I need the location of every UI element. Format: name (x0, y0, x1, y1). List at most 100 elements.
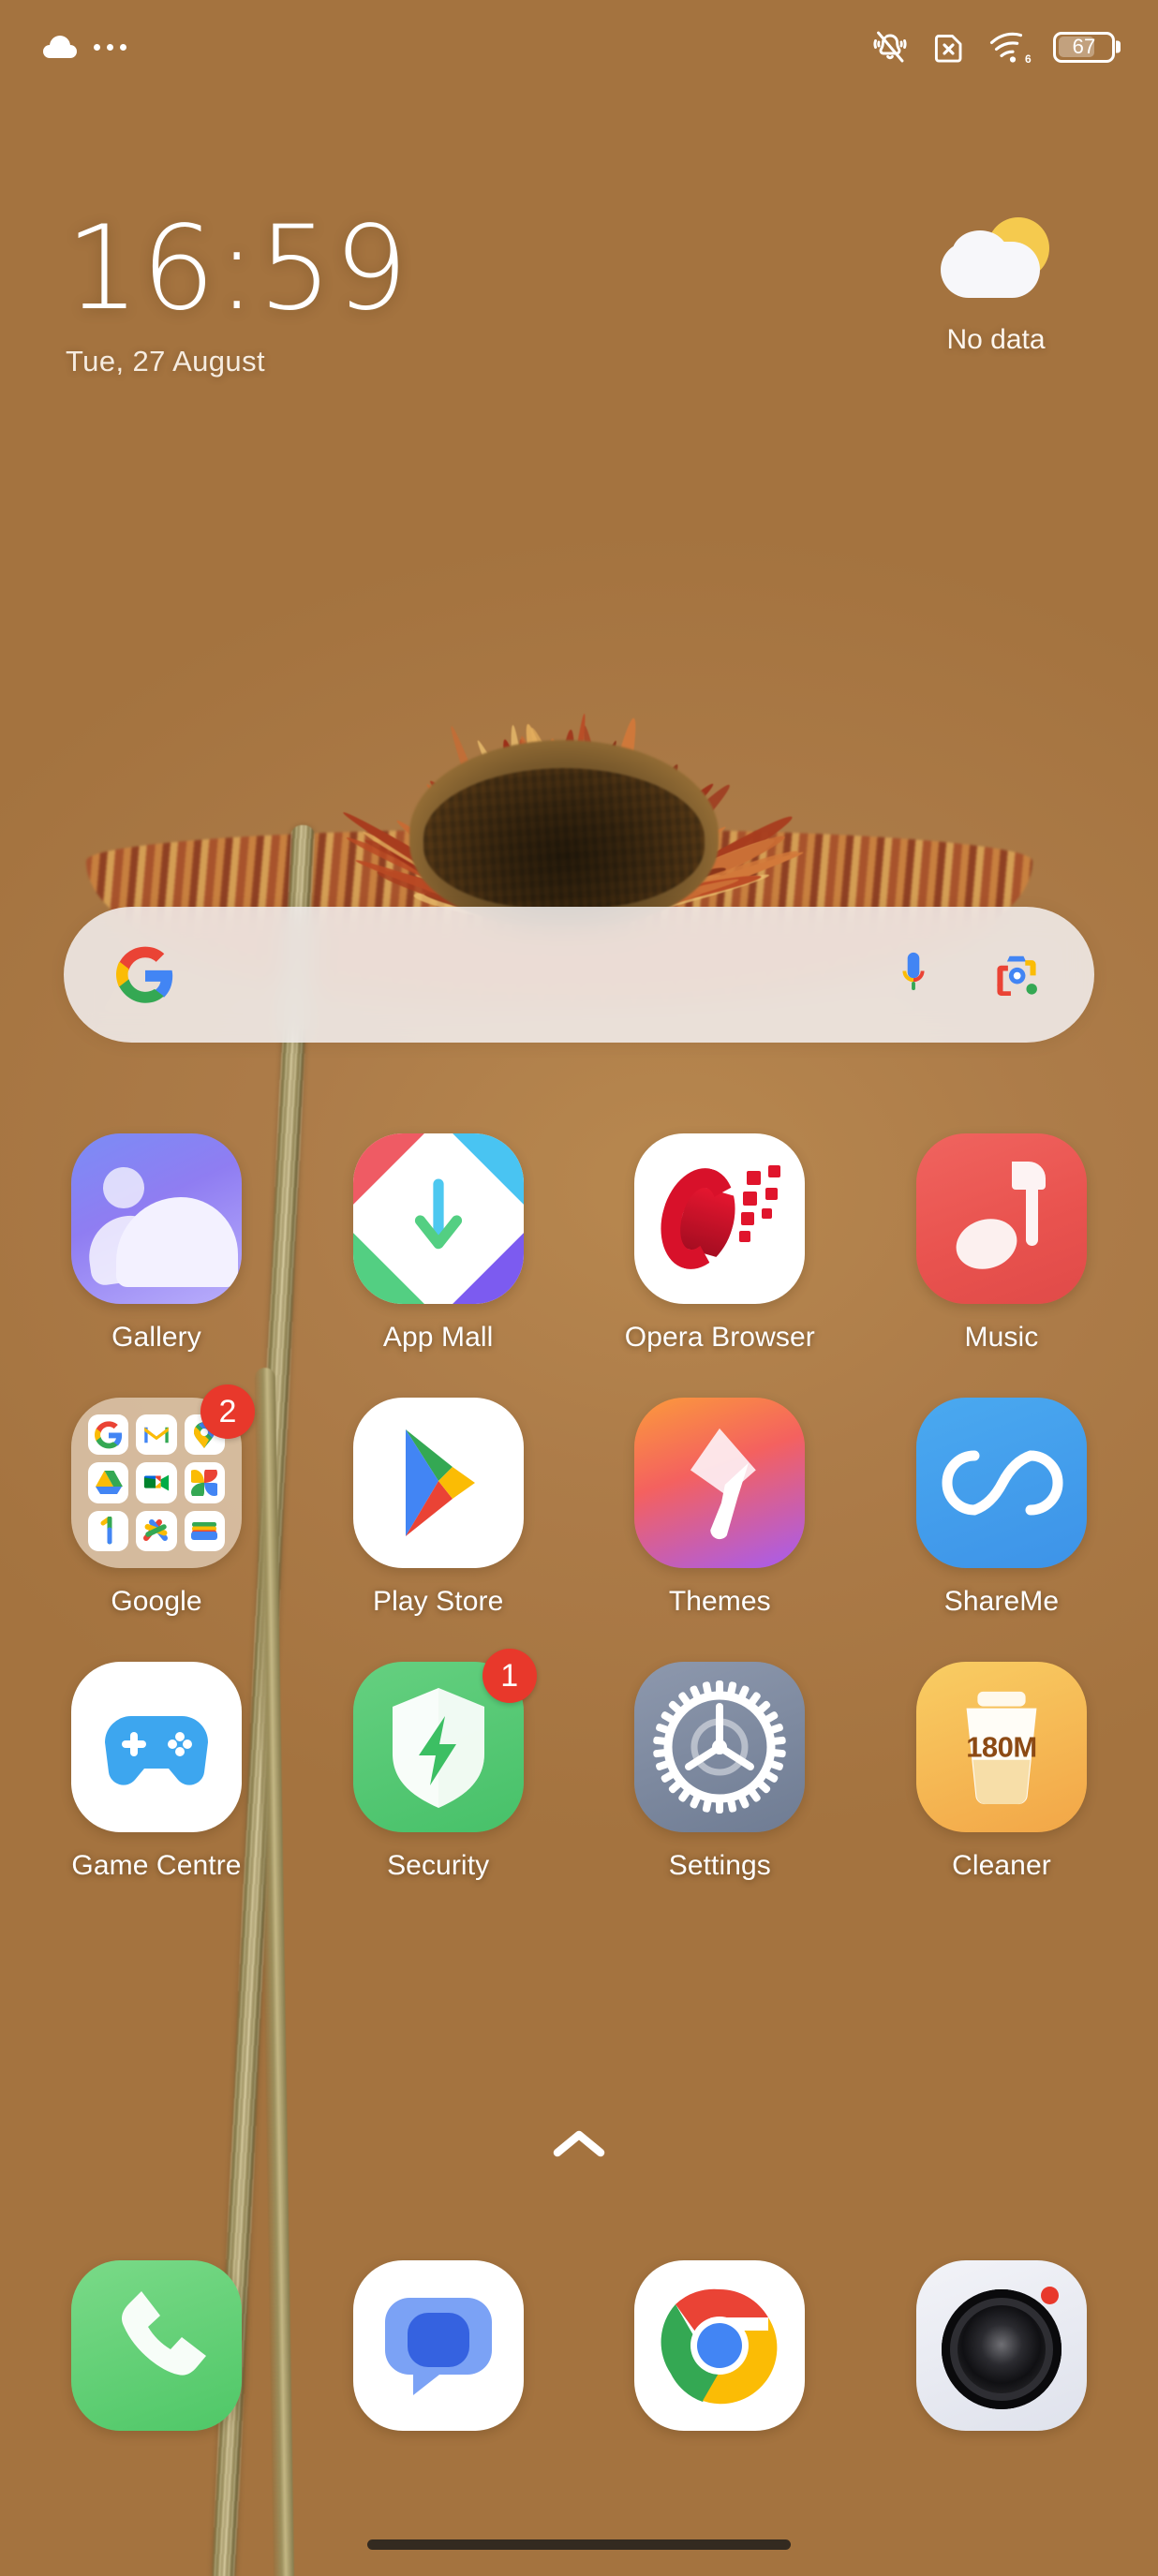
status-bar-left (43, 36, 126, 58)
status-bar[interactable]: 6 67 (0, 0, 1158, 94)
mini-icon-meet (136, 1462, 176, 1503)
dock (0, 2260, 1158, 2431)
search-bar-actions (894, 949, 1042, 1001)
app-themes[interactable]: Themes (634, 1398, 805, 1618)
google-lens-icon[interactable] (991, 950, 1042, 1000)
dock-app-phone[interactable] (71, 2260, 242, 2431)
overflow-dots-icon (94, 44, 126, 51)
themes-icon[interactable] (634, 1398, 805, 1568)
mini-icon-gmail (136, 1414, 176, 1455)
weather-status-label: No data (946, 324, 1045, 356)
app-label: Gallery (111, 1322, 201, 1354)
gallery-icon[interactable] (71, 1133, 242, 1304)
play-triangle (353, 1398, 524, 1568)
app-gallery[interactable]: Gallery (71, 1133, 242, 1354)
camera-lens (942, 2289, 1062, 2409)
mini-icon-play-games (136, 1511, 176, 1551)
app-row: Game Centre 1 Security Settings 180M Cle… (0, 1662, 1158, 1882)
app-label: ShareMe (944, 1586, 1059, 1618)
chrome-icon[interactable] (634, 2260, 805, 2431)
cleaner-size-label: 180M (966, 1731, 1037, 1765)
app-label: Cleaner (952, 1850, 1051, 1882)
security-icon[interactable]: 1 (353, 1662, 524, 1832)
app-opera-browser[interactable]: Opera Browser (634, 1133, 805, 1354)
game-centre-icon[interactable] (71, 1662, 242, 1832)
app-label: Google (111, 1586, 201, 1618)
flower-core-texture (423, 768, 705, 909)
app-mall-icon[interactable] (353, 1133, 524, 1304)
clock-widget[interactable]: 16:59 Tue, 27 August (66, 215, 409, 378)
microphone-icon[interactable] (894, 949, 933, 1001)
silent-mode-icon (869, 28, 911, 66)
no-sim-icon (931, 28, 967, 66)
app-label: Security (387, 1850, 489, 1882)
app-label: Music (965, 1322, 1039, 1354)
gamepad-icon (71, 1662, 242, 1832)
wifi-6-icon: 6 (987, 28, 1032, 66)
chat-bubble-icon (353, 2260, 524, 2431)
google-search-bar[interactable] (64, 907, 1094, 1043)
app-label: Play Store (373, 1586, 503, 1618)
gesture-nav-pill[interactable] (367, 2539, 791, 2550)
shareme-icon[interactable] (916, 1398, 1087, 1568)
app-cleaner[interactable]: 180M Cleaner (916, 1662, 1087, 1882)
chevron-up-icon (552, 2128, 606, 2160)
dock-app-chrome[interactable] (634, 2260, 805, 2431)
app-google-folder[interactable]: 2 Google (71, 1398, 242, 1618)
search-input[interactable] (174, 907, 894, 1043)
chrome-logo-icon (634, 2260, 805, 2431)
music-icon[interactable] (916, 1133, 1087, 1304)
status-bar-right: 6 67 (869, 28, 1115, 66)
app-grid: Gallery App Mall Opera Browser Music 2 G… (0, 1133, 1158, 1926)
app-label: Game Centre (71, 1850, 241, 1882)
dock-app-messages[interactable] (353, 2260, 524, 2431)
app-music[interactable]: Music (916, 1133, 1087, 1354)
mini-icon-wallet (185, 1511, 225, 1551)
cleaner-icon[interactable]: 180M (916, 1662, 1087, 1832)
app-row: 2 Google Play Store Themes ShareMe (0, 1398, 1158, 1618)
gear-icon (634, 1662, 805, 1832)
partly-cloudy-icon (935, 217, 1057, 311)
phone-icon[interactable] (71, 2260, 242, 2431)
cloud-icon (43, 36, 77, 58)
app-row: Gallery App Mall Opera Browser Music (0, 1133, 1158, 1354)
google-folder-icon[interactable]: 2 (71, 1398, 242, 1568)
download-arrow-icon (408, 1178, 469, 1259)
app-label: Themes (669, 1586, 771, 1618)
svg-text:6: 6 (1025, 52, 1032, 66)
camera-indicator-dot (1041, 2287, 1059, 2304)
dock-app-camera[interactable] (916, 2260, 1087, 2431)
app-label: App Mall (383, 1322, 494, 1354)
google-g-icon (116, 946, 174, 1004)
mini-icon-google-one (88, 1511, 128, 1551)
app-drawer-chevron[interactable] (552, 2128, 606, 2165)
app-settings[interactable]: Settings (634, 1662, 805, 1882)
notification-badge: 2 (200, 1384, 255, 1439)
settings-icon[interactable] (634, 1662, 805, 1832)
camera-icon[interactable] (916, 2260, 1087, 2431)
play-store-icon[interactable] (353, 1398, 524, 1568)
mini-icon-google (88, 1414, 128, 1455)
mini-icon-photos (185, 1462, 225, 1503)
weather-widget[interactable]: No data (907, 217, 1085, 356)
mini-icon-drive (88, 1462, 128, 1503)
battery-percent-label: 67 (1073, 35, 1096, 59)
handset-icon (71, 2260, 242, 2431)
app-label: Settings (669, 1850, 771, 1882)
infinity-icon (916, 1398, 1087, 1568)
app-play-store[interactable]: Play Store (353, 1398, 524, 1618)
opera-browser-icon[interactable] (634, 1133, 805, 1304)
battery-indicator: 67 (1053, 32, 1115, 63)
notification-badge: 1 (482, 1649, 537, 1703)
app-security[interactable]: 1 Security (353, 1662, 524, 1882)
clock-time: 16:59 (66, 215, 409, 322)
clock-date: Tue, 27 August (66, 345, 409, 378)
app-label: Opera Browser (625, 1322, 815, 1354)
messages-icon[interactable] (353, 2260, 524, 2431)
app-game-centre[interactable]: Game Centre (71, 1662, 242, 1882)
dried-flower-image (114, 525, 1014, 918)
app-shareme[interactable]: ShareMe (916, 1398, 1087, 1618)
folder-preview-grid (88, 1414, 225, 1551)
brush-icon (664, 1423, 775, 1543)
app-app-mall[interactable]: App Mall (353, 1133, 524, 1354)
